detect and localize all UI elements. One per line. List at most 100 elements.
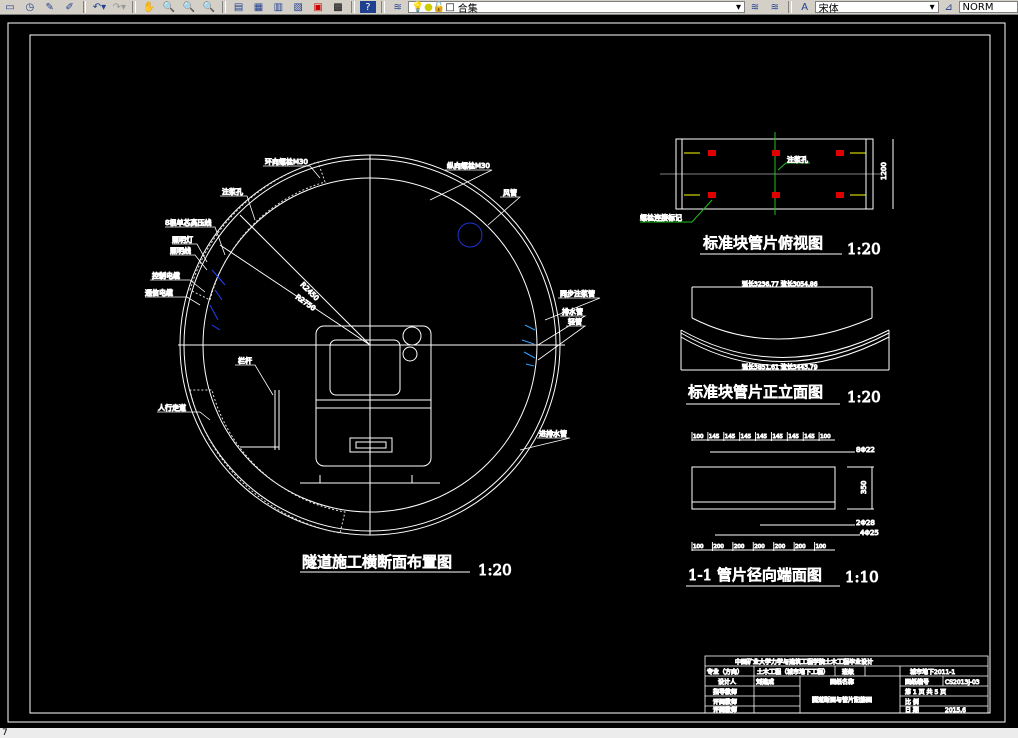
label-control-cable: 控制电缆 (152, 271, 180, 280)
calculator-icon[interactable]: ▩ (330, 1, 346, 13)
command-line[interactable]: 7 (0, 728, 1018, 738)
plan-view: 1200 注浆孔 螺栓连接标记 (640, 132, 894, 223)
section-height-dim: 350 (860, 481, 868, 494)
tb-drawing-name: 隧道断面与管片配筋图 (812, 696, 872, 704)
properties-icon[interactable]: ▤ (231, 1, 247, 13)
dim-style-name: NORM (962, 1, 994, 13)
tb-date: 2015.6 (945, 707, 966, 714)
main-scale: 1:20 (478, 561, 512, 579)
plan-width-dim: 1200 (880, 162, 888, 180)
plan-title: 标准块管片俯视图 (703, 234, 823, 252)
main-title: 隧道施工横断面布置图 (302, 553, 452, 571)
label-water-pipe: 进排水管 (539, 429, 567, 438)
dim-label: 145 (741, 434, 752, 440)
tb-drawing-name-label: 图纸名称 (830, 678, 854, 686)
text-style-dropdown[interactable]: 宋体 ▾ (814, 1, 939, 15)
tb-scale-label: 比 例 (905, 698, 919, 706)
dim-label: 200 (775, 544, 786, 550)
hatch-left-bottom (189, 389, 346, 534)
elevation-view: 弧长3236.77 弦长3054.86 弧长3851.61 弦长3443.79 (680, 280, 890, 372)
label-ring-bolt: 环向螺栓M30 (265, 157, 308, 166)
layer-manager-icon[interactable]: ≋ (390, 1, 406, 13)
undo-icon[interactable]: ↶▾ (91, 1, 107, 13)
separator (787, 1, 792, 13)
dim-label: 145 (788, 434, 799, 440)
tb-designer: 刘建成 (756, 678, 774, 686)
rebar-label-1: 8Φ22 (856, 446, 875, 454)
dim-label: 100 (820, 434, 831, 440)
markup-icon[interactable]: ▣ (310, 1, 326, 13)
zoom-window-icon[interactable]: 🔍 (181, 1, 197, 13)
label-air-duct: 风管 (503, 188, 517, 197)
layer-previous-icon[interactable]: ≋ (767, 1, 783, 13)
tb-major: 土木工程（城市地下工程） (757, 668, 829, 676)
help-icon[interactable]: ? (359, 1, 376, 13)
redo-icon[interactable]: ↷▾ (111, 1, 127, 13)
dim-style-dropdown[interactable]: NORM (958, 1, 1018, 13)
chevron-down-icon: ▾ (929, 1, 935, 13)
plan-grout-hole-label: 注浆孔 (787, 155, 808, 164)
elevation-top-dim: 弧长3236.77 弦长3054.86 (742, 280, 818, 288)
zoom-realtime-icon[interactable]: 🔍 (161, 1, 177, 13)
dim-label: 200 (734, 544, 745, 550)
inner-frame (29, 34, 991, 714)
label-sync-grout: 同步注浆管 (560, 289, 595, 298)
separator (221, 1, 226, 13)
dim-label: 145 (709, 434, 720, 440)
label-walkway: 人行走道 (158, 403, 186, 412)
design-center-icon[interactable]: ▦ (251, 1, 267, 13)
zoom-previous-icon[interactable]: 🔍 (201, 1, 217, 13)
save-icon[interactable]: ◷ (22, 1, 38, 13)
dim-label: 100 (693, 434, 704, 440)
label-pipe: 轻管 (568, 317, 582, 326)
section-view: 100 145 145 145 145 145 145 145 100 100 200 200 200 2… (691, 432, 879, 551)
dim-label: 145 (772, 434, 783, 440)
separator (82, 1, 87, 13)
tb-class-label: 班级 (842, 668, 854, 676)
label-light: 照明灯 (172, 235, 193, 244)
lock-icon: 🔓 (432, 1, 446, 13)
elevation-bottom-dim: 弧长3851.61 弦长3443.79 (742, 363, 818, 371)
tb-drawing-no: CS2013J-03 (945, 679, 980, 686)
dim-label: 100 (816, 544, 827, 550)
sheet-set-icon[interactable]: ▧ (290, 1, 306, 13)
machine-window (329, 339, 401, 396)
drawing-canvas[interactable]: R2450 R2750 环向螺栓M30 纵向螺栓M30 注浆孔 8根单芯高压线 … (0, 15, 1018, 728)
dim-label: 200 (754, 544, 765, 550)
color-swatch: □ (445, 1, 455, 13)
label-hv-cable: 8根单芯高压线 (165, 218, 211, 227)
dim-label: 200 (795, 544, 806, 550)
air-duct-circle (457, 222, 483, 248)
text-style-icon[interactable]: A (797, 1, 813, 13)
rebar-label-2: 2Φ28 (856, 519, 875, 527)
toolbar: ▭ ◷ ✎ ✐ ↶▾ ↷▾ ✋ 🔍 🔍 🔍 ▤ ▦ ▥ ▧ ▣ ▩ ? ≋ 💡 … (0, 0, 1018, 15)
pencil-icon[interactable]: ✎ (42, 1, 58, 13)
elevation-scale: 1:20 (847, 388, 881, 406)
separator (132, 1, 137, 13)
match-properties-icon[interactable]: ✐ (62, 1, 78, 13)
section-scale: 1:10 (845, 568, 879, 586)
label-long-bolt: 纵向螺栓M30 (447, 161, 490, 170)
layer-dropdown[interactable]: 💡 ● 🔓 □ 合集 ▾ (407, 1, 745, 15)
dim-style-icon[interactable]: ⊿ (941, 1, 957, 13)
plan-bolt-mark-label: 螺栓连接标记 (640, 213, 682, 222)
bulb-icon: 💡 (411, 1, 425, 13)
tool-palette-icon[interactable]: ▥ (270, 1, 286, 13)
rebar-label-3: 4Φ25 (860, 529, 879, 537)
elevation-title: 标准块管片正立面图 (688, 383, 823, 401)
machine-body (315, 325, 432, 467)
tb-designer-label: 设计人 (718, 678, 736, 686)
tb-advisor-label: 指导教师 (713, 688, 737, 696)
dim-label: 145 (757, 434, 768, 440)
open-icon[interactable]: ▭ (2, 1, 18, 13)
label-grout-hole: 注浆孔 (222, 187, 243, 196)
section-title: 1-1 管片径向端面图 (688, 566, 822, 584)
tb-page: 第 1 页 共 5 页 (905, 688, 946, 696)
make-layer-current-icon[interactable]: ≋ (747, 1, 763, 13)
pan-icon[interactable]: ✋ (141, 1, 157, 13)
font-name: 宋体 (818, 3, 839, 15)
layer-name: 合集 (457, 3, 478, 15)
dim-label: 100 (693, 544, 704, 550)
label-drain: 排水管 (562, 307, 583, 316)
tb-drawing-no-label: 图纸编号 (905, 678, 929, 686)
